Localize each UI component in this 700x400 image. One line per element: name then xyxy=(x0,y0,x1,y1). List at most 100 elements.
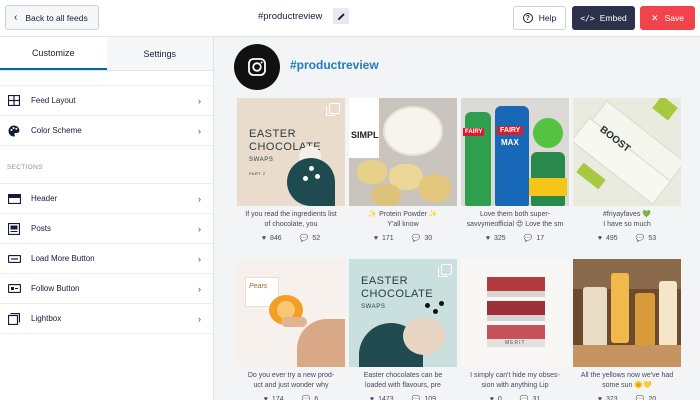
post-caption-line: some sun 🌞💛 xyxy=(602,382,652,389)
chevron-right-icon: › xyxy=(198,283,201,294)
posts-icon xyxy=(7,222,21,236)
general-settings-group: Feed Layout › Color Scheme › xyxy=(0,85,213,146)
back-button-label: Back to all feeds xyxy=(25,12,88,23)
comment-icon: 💬 xyxy=(301,396,311,400)
post-image-text: MERIT xyxy=(505,340,526,346)
help-button[interactable]: ? Help xyxy=(513,6,566,30)
sidebar-item-follow-button[interactable]: Follow Button › xyxy=(0,274,213,304)
post-caption: If you read the ingredients list of choc… xyxy=(237,210,345,230)
post-image[interactable]: EASTER CHOCOLATE SWAPS PART 2 xyxy=(237,98,345,206)
post-caption-line: Easter chocolates can be xyxy=(363,372,443,379)
sidebar: Customize Settings Feed Layout › Color S… xyxy=(0,37,214,400)
sidebar-item-label: Posts xyxy=(31,224,52,233)
back-to-feeds-button[interactable]: ‹ Back to all feeds xyxy=(5,5,99,30)
avatar[interactable] xyxy=(234,44,280,90)
post-card[interactable]: FAIRY FAIRY MAX Love them both super- sa… xyxy=(461,98,569,242)
sidebar-item-color-scheme[interactable]: Color Scheme › xyxy=(0,116,213,146)
likes-count: 846 xyxy=(269,234,282,242)
comment-icon: 💬 xyxy=(635,235,645,242)
tab-customize[interactable]: Customize xyxy=(0,37,107,70)
comments-count: 52 xyxy=(312,234,321,242)
chevron-right-icon: › xyxy=(198,193,201,204)
likes-count: 325 xyxy=(493,234,506,242)
post-caption-line: If you read the ingredients list xyxy=(245,211,337,218)
palette-icon xyxy=(7,124,21,138)
post-caption-line: Do you ever try a new prod- xyxy=(247,372,335,379)
post-card[interactable]: SIMPL ✨ Protein Powder ✨ Y'all know ♥ 171… xyxy=(349,98,457,242)
feed-preview: #productreview EASTER CHOCOLATE SWAPS PA… xyxy=(215,37,700,400)
post-caption: Easter chocolates can be loaded with fla… xyxy=(349,371,457,391)
heart-icon: ♥ xyxy=(597,395,602,400)
post-caption-line: All the yellows now we've had xyxy=(580,372,674,379)
heart-icon: ♥ xyxy=(597,234,602,242)
post-caption-line: I have so much xyxy=(603,221,651,228)
post-image-text: SIMPL xyxy=(351,130,379,140)
sidebar-item-header[interactable]: Header › xyxy=(0,184,213,214)
post-card[interactable]: EASTER CHOCOLATE SWAPS Easter chocolates… xyxy=(349,259,457,400)
instagram-icon xyxy=(248,58,266,76)
embed-button[interactable]: </> Embed xyxy=(572,6,635,30)
grid-layout-icon xyxy=(7,94,21,108)
post-image-text: MAX xyxy=(501,138,519,147)
code-icon: </> xyxy=(580,13,595,23)
top-bar: ‹ Back to all feeds #productreview ? Hel… xyxy=(0,0,700,37)
post-caption: Love them both super- savvymeofficial 😍 … xyxy=(461,210,569,230)
post-stats: ♥ 174 💬 6 xyxy=(237,395,345,400)
sidebar-item-label: Lightbox xyxy=(31,314,62,323)
comment-icon: 💬 xyxy=(635,396,645,400)
edit-feed-name-button[interactable] xyxy=(333,8,349,24)
post-card[interactable]: All the yellows now we've had some sun 🌞… xyxy=(573,259,681,400)
post-caption-line: ✨ Protein Powder ✨ xyxy=(368,211,438,218)
post-caption-line: uct and just wonder why xyxy=(253,382,329,389)
sidebar-item-load-more-button[interactable]: Load More Button › xyxy=(0,244,213,274)
post-image[interactable]: MERIT xyxy=(461,259,569,367)
post-image[interactable]: EASTER CHOCOLATE SWAPS xyxy=(349,259,457,367)
sidebar-item-feed-layout[interactable]: Feed Layout › xyxy=(0,86,213,116)
post-stats: ♥ 1473 💬 109 xyxy=(349,395,457,400)
post-stats: ♥ 846 💬 52 xyxy=(237,234,345,243)
post-image[interactable]: Pears xyxy=(237,259,345,367)
post-stats: ♥ 0 💬 31 xyxy=(461,395,569,400)
profile-name[interactable]: #productreview xyxy=(290,58,379,72)
save-button[interactable]: ✕ Save xyxy=(640,6,695,30)
post-card[interactable]: BOOST #friyayfaves 💚 I have so much ♥ 495… xyxy=(573,98,681,242)
post-image[interactable]: BOOST xyxy=(573,98,681,206)
comment-icon: 💬 xyxy=(411,235,421,242)
post-card[interactable]: Pears Do you ever try a new prod- uct an… xyxy=(237,259,345,400)
post-card[interactable]: MERIT I simply can't hide my obses- sion… xyxy=(461,259,569,400)
post-stats: ♥ 495 💬 53 xyxy=(573,234,681,243)
header-icon xyxy=(7,192,21,206)
post-card[interactable]: EASTER CHOCOLATE SWAPS PART 2 If you rea… xyxy=(237,98,345,242)
carousel-icon xyxy=(438,264,452,277)
chevron-right-icon: › xyxy=(198,95,201,106)
sidebar-item-lightbox[interactable]: Lightbox › xyxy=(0,304,213,334)
post-caption-line: loaded with flavours, pre xyxy=(365,382,441,389)
help-label: Help xyxy=(538,13,557,23)
heart-icon: ♥ xyxy=(263,395,268,400)
post-caption-line: I simply can't hide my obses- xyxy=(470,372,560,379)
heart-icon: ♥ xyxy=(261,234,266,242)
heart-icon: ♥ xyxy=(369,395,375,400)
comments-count: 30 xyxy=(424,234,433,242)
tab-settings[interactable]: Settings xyxy=(106,37,213,70)
embed-label: Embed xyxy=(599,13,627,23)
post-image[interactable]: SIMPL xyxy=(349,98,457,206)
pencil-icon xyxy=(337,12,345,20)
close-icon: ✕ xyxy=(651,12,659,23)
feed-title: #productreview xyxy=(258,11,323,22)
post-image[interactable]: FAIRY FAIRY MAX xyxy=(461,98,569,206)
sidebar-item-posts[interactable]: Posts › xyxy=(0,214,213,244)
post-stats: ♥ 325 💬 17 xyxy=(461,234,569,243)
comments-count: 6 xyxy=(314,395,319,400)
comments-count: 20 xyxy=(648,395,657,400)
sidebar-item-label: Load More Button xyxy=(31,254,95,263)
chevron-right-icon: › xyxy=(198,223,201,234)
post-caption-line: Love them both super- xyxy=(479,211,551,218)
post-image[interactable] xyxy=(573,259,681,367)
chevron-left-icon: ‹ xyxy=(14,12,18,23)
post-image-text: FAIRY xyxy=(463,128,485,136)
save-label: Save xyxy=(664,13,684,23)
chevron-right-icon: › xyxy=(198,125,201,136)
follow-icon xyxy=(7,282,21,296)
lightbox-icon xyxy=(7,312,21,326)
